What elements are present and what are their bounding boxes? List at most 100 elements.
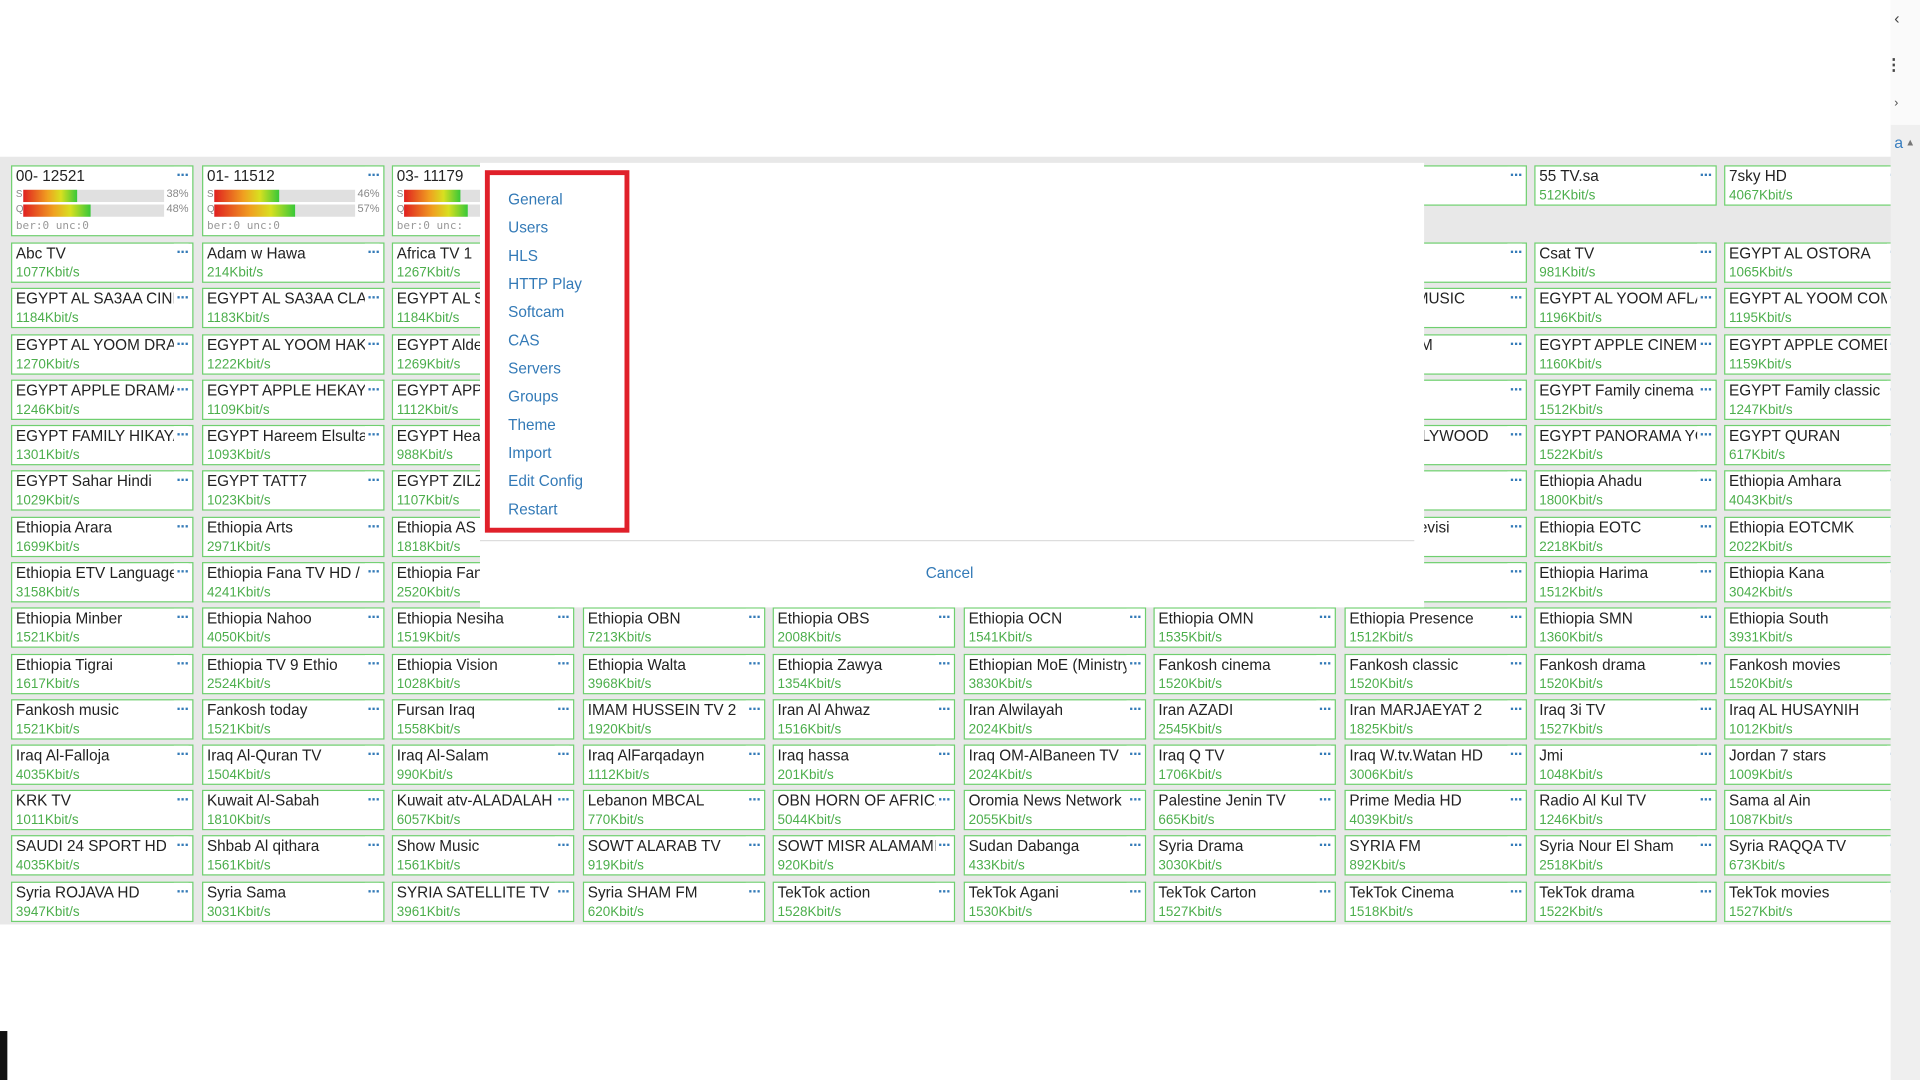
channel-tile[interactable]: Iraq AL HUSAYNIH1012Kbit/s··· [1724, 699, 1907, 740]
tile-menu-icon[interactable]: ··· [745, 791, 762, 809]
tile-menu-icon[interactable]: ··· [173, 882, 190, 901]
channel-tile[interactable]: OBN HORN OF AFRICA 5044Kbit/s ··· [772, 789, 956, 831]
tile-menu-icon[interactable]: ··· [1697, 745, 1713, 763]
tile-menu-icon[interactable]: ··· [1316, 700, 1332, 718]
channel-tile[interactable]: Ethiopia EOTC 2218Kbit/s ··· [1534, 516, 1717, 558]
channel-tile[interactable]: Fankosh movies1520Kbit/s··· [1724, 653, 1907, 695]
tile-menu-icon[interactable]: ··· [1126, 791, 1142, 809]
channel-tile[interactable]: Csat TV 981Kbit/s ··· [1534, 242, 1717, 283]
tile-menu-icon[interactable]: ··· [364, 655, 381, 673]
channel-tile[interactable]: Ethiopia Minber 1521Kbit/s ··· [11, 607, 194, 648]
channel-tile[interactable]: TekTok drama 1522Kbit/s ··· [1534, 881, 1717, 923]
channel-tile[interactable]: EGYPT AL OSTORA1065Kbit/s··· [1724, 242, 1907, 283]
channel-tile[interactable]: Syria ROJAVA HD 3947Kbit/s ··· [11, 881, 194, 923]
channel-tile[interactable]: EGYPT AL YOOM COMEDY1195Kbit/s··· [1724, 287, 1907, 329]
channel-tile[interactable]: EGYPT APPLE COMEDY1159Kbit/s··· [1724, 334, 1907, 375]
channel-tile[interactable]: Fankosh cinema 1520Kbit/s ··· [1153, 653, 1336, 695]
menu-item-softcam[interactable]: Softcam [508, 304, 564, 321]
tile-menu-icon[interactable]: ··· [173, 517, 190, 536]
menu-item-cas[interactable]: CAS [508, 332, 539, 349]
tile-menu-icon[interactable]: ··· [935, 655, 951, 673]
tile-menu-icon[interactable]: ··· [1507, 426, 1523, 444]
tile-menu-icon[interactable]: ··· [1126, 700, 1142, 718]
channel-tile[interactable]: Iran Alwilayah 2024Kbit/s ··· [963, 699, 1147, 740]
menu-item-edit-config[interactable]: Edit Config [508, 473, 583, 490]
menu-item-theme[interactable]: Theme [508, 416, 556, 433]
channel-tile[interactable]: Ethiopia Ahadu 1800Kbit/s ··· [1534, 470, 1717, 511]
tile-menu-icon[interactable]: ··· [173, 745, 190, 763]
tile-menu-icon[interactable]: ··· [745, 700, 762, 718]
tile-menu-icon[interactable]: ··· [1126, 882, 1142, 901]
channel-tile[interactable]: Iraq OM-AlBaneen TV 2024Kbit/s ··· [963, 744, 1147, 785]
channel-tile[interactable]: TekTok Agani 1530Kbit/s ··· [963, 881, 1147, 923]
tile-menu-icon[interactable]: ··· [554, 836, 571, 854]
tile-menu-icon[interactable]: ··· [364, 836, 381, 854]
channel-tile[interactable]: Adam w Hawa 214Kbit/s ··· [202, 242, 385, 283]
channel-tile[interactable]: Kuwait Al-Sabah 1810Kbit/s ··· [202, 789, 385, 831]
channel-tile[interactable]: SOWT ALARAB TV 919Kbit/s ··· [582, 835, 766, 876]
menu-item-http-play[interactable]: HTTP Play [508, 276, 582, 293]
tile-menu-icon[interactable]: ··· [173, 426, 190, 444]
tile-menu-icon[interactable]: ··· [935, 791, 951, 809]
tile-menu-icon[interactable]: ··· [1126, 608, 1142, 626]
tile-menu-icon[interactable]: ··· [554, 882, 571, 901]
channel-tile[interactable]: TekTok action 1528Kbit/s ··· [772, 881, 956, 923]
channel-tile[interactable]: Lebanon MBCAL 770Kbit/s ··· [582, 789, 766, 831]
tile-menu-icon[interactable]: ··· [364, 288, 381, 307]
tile-menu-icon[interactable]: ··· [173, 655, 190, 673]
channel-tile[interactable]: Jmi 1048Kbit/s ··· [1534, 744, 1717, 785]
channel-tile[interactable]: EGYPT AL SA3AA CLASSIC 1183Kbit/s ··· [202, 287, 385, 329]
tile-menu-icon[interactable]: ··· [173, 243, 190, 261]
channel-tile[interactable]: Ethiopia South3931Kbit/s··· [1724, 607, 1907, 648]
channel-tile[interactable]: Sudan Dabanga 433Kbit/s ··· [963, 835, 1147, 876]
channel-tile[interactable]: Syria SHAM FM 620Kbit/s ··· [582, 881, 766, 923]
menu-item-general[interactable]: General [508, 191, 562, 208]
channel-tile[interactable]: Ethiopia Kana3042Kbit/s··· [1724, 562, 1907, 603]
channel-tile[interactable]: Syria RAQQA TV673Kbit/s··· [1724, 835, 1907, 876]
tile-menu-icon[interactable]: ··· [1697, 380, 1713, 398]
channel-tile[interactable]: Ethiopia Fana TV HD / FBC 4241Kbit/s ··· [202, 562, 385, 603]
channel-tile[interactable]: Ethiopia TV 9 Ethio 2524Kbit/s ··· [202, 653, 385, 695]
tile-menu-icon[interactable]: ··· [364, 608, 381, 626]
channel-tile[interactable]: Iraq AlFarqadayn 1112Kbit/s ··· [582, 744, 766, 785]
tile-menu-icon[interactable]: ··· [1697, 335, 1713, 353]
tile-menu-icon[interactable]: ··· [364, 700, 381, 718]
tile-menu-icon[interactable]: ··· [1697, 836, 1713, 854]
menu-item-import[interactable]: Import [508, 444, 551, 461]
tile-menu-icon[interactable]: ··· [1316, 836, 1332, 854]
tile-menu-icon[interactable]: ··· [173, 380, 190, 398]
tile-menu-icon[interactable]: ··· [1697, 563, 1713, 581]
channel-tile[interactable]: Jordan 7 stars1009Kbit/s··· [1724, 744, 1907, 785]
channel-tile[interactable]: Ethiopia Arara 1699Kbit/s ··· [11, 516, 194, 558]
channel-tile[interactable]: EGYPT Sahar Hindi 1029Kbit/s ··· [11, 470, 194, 511]
channel-tile[interactable]: Ethiopia EOTCMK2022Kbit/s··· [1724, 516, 1907, 558]
tile-menu-icon[interactable]: ··· [1507, 700, 1523, 718]
channel-tile[interactable]: EGYPT APPLE CINEMA 1160Kbit/s ··· [1534, 334, 1717, 375]
channel-tile[interactable]: EGYPT AL YOOM AFLAM 1196Kbit/s ··· [1534, 287, 1717, 329]
more-vertical-icon[interactable]: ⋮ [1886, 56, 1902, 73]
channel-tile[interactable]: Ethiopia ETV Languages 3158Kbit/s ··· [11, 562, 194, 603]
channel-tile[interactable]: Fankosh music 1521Kbit/s ··· [11, 699, 194, 740]
tile-menu-icon[interactable]: ··· [935, 882, 951, 901]
tile-menu-icon[interactable]: ··· [935, 745, 951, 763]
tile-menu-icon[interactable]: ··· [554, 608, 571, 626]
channel-tile[interactable]: Iraq Al-Falloja 4035Kbit/s ··· [11, 744, 194, 785]
channel-tile[interactable]: SYRIA SATELLITE TV 3961Kbit/s ··· [391, 881, 575, 923]
channel-tile[interactable]: TekTok movies1527Kbit/s··· [1724, 881, 1907, 923]
channel-tile[interactable]: Ethiopia Zawya 1354Kbit/s ··· [772, 653, 956, 695]
tile-menu-icon[interactable]: ··· [935, 608, 951, 626]
tile-menu-icon[interactable]: ··· [173, 700, 190, 718]
channel-tile[interactable]: EGYPT Hareem Elsultan 1093Kbit/s ··· [202, 424, 385, 466]
tile-menu-icon[interactable]: ··· [745, 882, 762, 901]
channel-tile[interactable]: Ethiopia Tigrai 1617Kbit/s ··· [11, 653, 194, 695]
tuner-tile[interactable]: 01- 11512 ··· S 46% Q 57% ber:0 unc:0 [202, 165, 385, 237]
tile-menu-icon[interactable]: ··· [745, 745, 762, 763]
collapse-chevron-icon[interactable]: ‹ [1894, 9, 1899, 27]
tile-menu-icon[interactable]: ··· [173, 471, 190, 489]
channel-tile[interactable]: Ethiopia Vision 1028Kbit/s ··· [391, 653, 575, 695]
tile-menu-icon[interactable]: ··· [1507, 655, 1523, 673]
tile-menu-icon[interactable]: ··· [1316, 791, 1332, 809]
tile-menu-icon[interactable]: ··· [364, 517, 381, 536]
tile-menu-icon[interactable]: ··· [1697, 166, 1713, 184]
tile-menu-icon[interactable]: ··· [554, 791, 571, 809]
